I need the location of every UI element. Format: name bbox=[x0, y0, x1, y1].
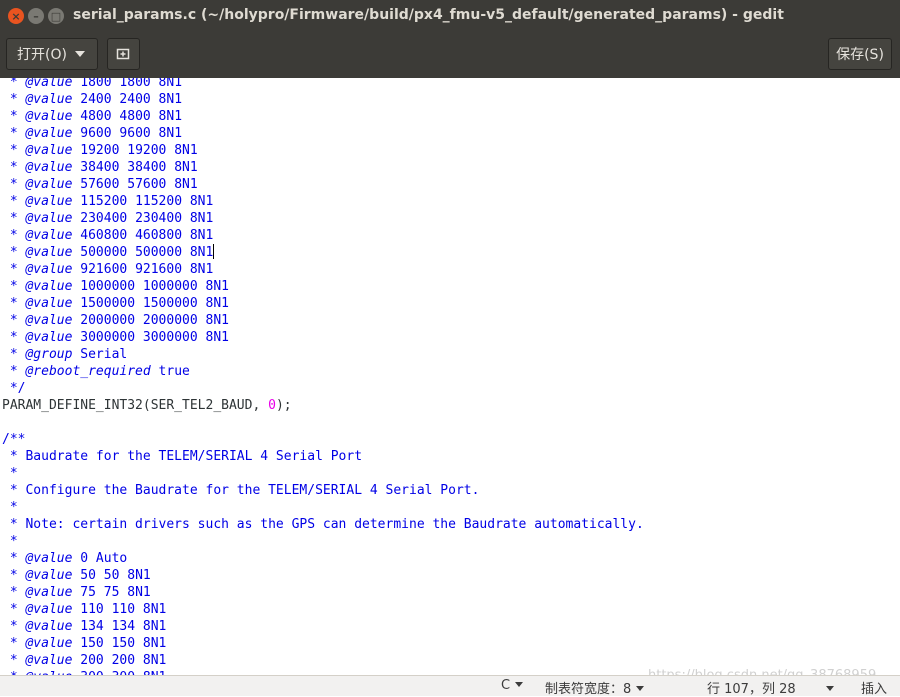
chevron-down-icon bbox=[636, 686, 645, 691]
text-cursor bbox=[213, 244, 215, 259]
language-label: C bbox=[501, 678, 511, 693]
language-selector[interactable]: C bbox=[501, 678, 524, 693]
open-label: 打开(O) bbox=[17, 47, 67, 63]
code-line[interactable]: * @value 2000000 2000000 8N1 bbox=[2, 312, 644, 329]
code-line[interactable]: * @value 134 134 8N1 bbox=[2, 618, 644, 635]
code-line[interactable]: * @value 50 50 8N1 bbox=[2, 567, 644, 584]
close-window-button[interactable]: × bbox=[8, 8, 24, 24]
chevron-down-icon bbox=[515, 682, 524, 687]
code-line[interactable]: * @value 230400 230400 8N1 bbox=[2, 210, 644, 227]
code-line[interactable]: * @value 460800 460800 8N1 bbox=[2, 227, 644, 244]
code-line[interactable]: * @value 9600 9600 8N1 bbox=[2, 125, 644, 142]
cursor-position-selector[interactable]: 行 107，列 28 bbox=[707, 678, 834, 697]
code-line[interactable]: * Configure the Baudrate for the TELEM/S… bbox=[2, 482, 644, 499]
code-line[interactable]: * bbox=[2, 465, 644, 482]
new-tab-icon bbox=[116, 48, 129, 60]
code-line[interactable]: * @group Serial bbox=[2, 346, 644, 363]
maximize-window-button[interactable]: □ bbox=[48, 8, 64, 24]
maximize-icon: □ bbox=[50, 9, 62, 23]
chevron-down-icon bbox=[825, 686, 834, 691]
title-bar: × – □ serial_params.c (~/holypro/Firmwar… bbox=[0, 0, 900, 32]
open-file-button[interactable]: 打开(O) bbox=[6, 38, 98, 70]
new-tab-button[interactable] bbox=[107, 38, 140, 70]
code-view[interactable]: * @value 1800 1800 8N1 * @value 2400 240… bbox=[2, 78, 644, 675]
code-line[interactable]: * bbox=[2, 499, 644, 516]
code-line[interactable]: * @value 1500000 1500000 8N1 bbox=[2, 295, 644, 312]
header-bar: 打开(O) 保存(S) bbox=[0, 32, 900, 79]
status-bar: C 制表符宽度：8 行 107，列 28 插入 bbox=[0, 675, 900, 697]
code-line[interactable]: * @value 57600 57600 8N1 bbox=[2, 176, 644, 193]
minimize-window-button[interactable]: – bbox=[28, 8, 44, 24]
code-line[interactable] bbox=[2, 414, 644, 431]
chevron-down-icon bbox=[75, 51, 85, 57]
code-line[interactable]: * @value 200 200 8N1 bbox=[2, 652, 644, 669]
code-line[interactable]: * @value 19200 19200 8N1 bbox=[2, 142, 644, 159]
code-line[interactable]: PARAM_DEFINE_INT32(SER_TEL2_BAUD, 0); bbox=[2, 397, 644, 414]
window-title: serial_params.c (~/holypro/Firmware/buil… bbox=[73, 7, 784, 23]
code-line[interactable]: * @value 4800 4800 8N1 bbox=[2, 108, 644, 125]
code-line[interactable]: * @value 0 Auto bbox=[2, 550, 644, 567]
tab-width-selector[interactable]: 制表符宽度：8 bbox=[545, 678, 645, 697]
code-line[interactable]: * @value 150 150 8N1 bbox=[2, 635, 644, 652]
text-editor[interactable]: * @value 1800 1800 8N1 * @value 2400 240… bbox=[0, 78, 900, 675]
code-line[interactable]: * Note: certain drivers such as the GPS … bbox=[2, 516, 644, 533]
code-line[interactable]: * @value 1800 1800 8N1 bbox=[2, 78, 644, 91]
insert-mode-label: 插入 bbox=[861, 682, 888, 697]
code-line[interactable]: * @value 500000 500000 8N1 bbox=[2, 244, 644, 261]
code-line[interactable]: /** bbox=[2, 431, 644, 448]
close-icon: × bbox=[11, 9, 21, 23]
code-line[interactable]: * @value 38400 38400 8N1 bbox=[2, 159, 644, 176]
code-line[interactable]: * @value 3000000 3000000 8N1 bbox=[2, 329, 644, 346]
code-line[interactable]: * @value 75 75 8N1 bbox=[2, 584, 644, 601]
save-label: 保存(S) bbox=[836, 47, 884, 63]
code-line[interactable]: * Baudrate for the TELEM/SERIAL 4 Serial… bbox=[2, 448, 644, 465]
code-line[interactable]: * @value 1000000 1000000 8N1 bbox=[2, 278, 644, 295]
code-line[interactable]: * @reboot_required true bbox=[2, 363, 644, 380]
code-line[interactable]: * @value 115200 115200 8N1 bbox=[2, 193, 644, 210]
code-line[interactable]: * bbox=[2, 533, 644, 550]
minimize-icon: – bbox=[33, 9, 39, 23]
code-line[interactable]: * @value 921600 921600 8N1 bbox=[2, 261, 644, 278]
code-line[interactable]: */ bbox=[2, 380, 644, 397]
save-button[interactable]: 保存(S) bbox=[828, 38, 892, 70]
code-line[interactable]: * @value 110 110 8N1 bbox=[2, 601, 644, 618]
code-line[interactable]: * @value 2400 2400 8N1 bbox=[2, 91, 644, 108]
